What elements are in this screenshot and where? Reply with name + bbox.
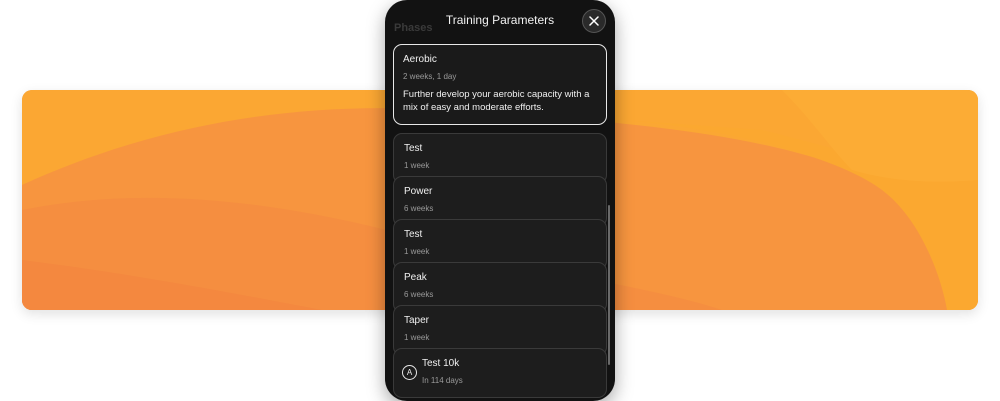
phase-duration: 1 week xyxy=(404,333,430,342)
phase-duration: 6 weeks xyxy=(404,204,434,213)
phase-name: Aerobic xyxy=(403,54,437,65)
close-button[interactable] xyxy=(582,9,606,33)
phase-list: Aerobic 2 weeks, 1 day Further develop y… xyxy=(393,44,607,398)
goal-timing: In 114 days xyxy=(422,376,463,385)
phase-name: Test xyxy=(404,143,423,154)
phase-name: Taper xyxy=(404,315,430,326)
phase-name: Test xyxy=(404,229,423,240)
sheet-header: Training Parameters xyxy=(385,0,615,40)
close-icon xyxy=(589,16,599,26)
goal-name: Test 10k xyxy=(422,358,460,369)
phase-card-aerobic[interactable]: Aerobic 2 weeks, 1 day Further develop y… xyxy=(393,44,607,125)
scrollbar[interactable] xyxy=(608,205,610,365)
phase-description: Further develop your aerobic capacity wi… xyxy=(403,89,590,113)
phase-duration: 6 weeks xyxy=(404,290,434,299)
phase-duration: 2 weeks, 1 day xyxy=(403,72,457,81)
phase-duration: 1 week xyxy=(404,161,430,170)
phase-name: Power xyxy=(404,186,433,197)
training-parameters-sheet: Phases Training Parameters Aerobic 2 wee… xyxy=(385,0,615,401)
sheet-title: Training Parameters xyxy=(445,13,555,27)
phase-name: Peak xyxy=(404,272,427,283)
goal-a-badge-icon: A xyxy=(402,365,417,380)
goal-event-card[interactable]: A Test 10k In 114 days xyxy=(393,348,607,398)
phase-duration: 1 week xyxy=(404,247,430,256)
